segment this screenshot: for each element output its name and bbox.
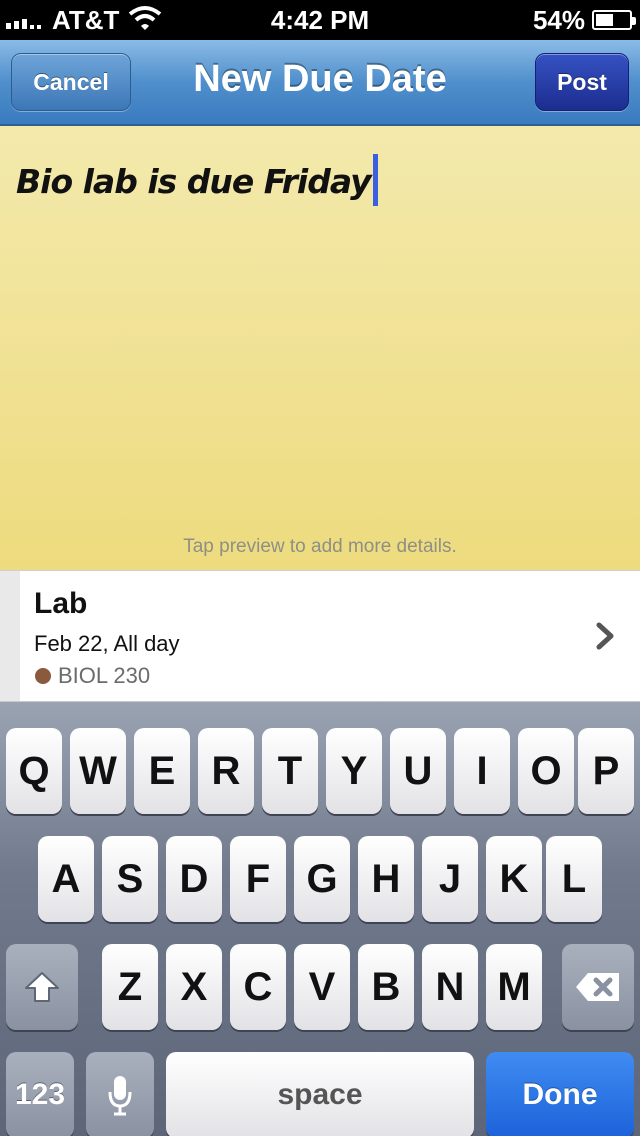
status-bar: AT&T 4:42 PM 54% (0, 0, 640, 40)
dictation-key[interactable] (86, 1052, 154, 1136)
text-cursor (372, 154, 378, 206)
note-preview[interactable]: Bio lab is due Friday Tap preview to add… (0, 126, 640, 570)
key-b[interactable]: B (358, 944, 414, 1030)
preview-hint: Tap preview to add more details. (183, 536, 457, 557)
battery-icon (592, 10, 636, 30)
key-s[interactable]: S (102, 836, 158, 922)
course-label: BIOL 230 (58, 663, 151, 688)
row-stripe (0, 571, 20, 701)
assignment-date: Feb 22, All day (34, 631, 180, 656)
key-d[interactable]: D (166, 836, 222, 922)
key-y[interactable]: Y (326, 728, 382, 814)
key-h[interactable]: H (358, 836, 414, 922)
key-e[interactable]: E (134, 728, 190, 814)
course-color-dot (35, 668, 51, 684)
assignment-title: Lab (34, 587, 88, 620)
key-v[interactable]: V (294, 944, 350, 1030)
key-w[interactable]: W (70, 728, 126, 814)
delete-icon (576, 973, 619, 1001)
key-j[interactable]: J (422, 836, 478, 922)
shift-key[interactable] (6, 944, 78, 1030)
done-key[interactable]: Done (486, 1052, 634, 1136)
shift-icon (25, 972, 59, 1002)
keyboard: Q W E R T Y U I O P A S D F G H J K L Z … (0, 702, 640, 1136)
key-m[interactable]: M (486, 944, 542, 1030)
key-l[interactable]: L (546, 836, 602, 922)
key-g[interactable]: G (294, 836, 350, 922)
key-f[interactable]: F (230, 836, 286, 922)
numbers-key[interactable]: 123 (6, 1052, 74, 1136)
note-text-field[interactable]: Bio lab is due Friday (16, 154, 378, 206)
key-r[interactable]: R (198, 728, 254, 814)
key-u[interactable]: U (390, 728, 446, 814)
key-k[interactable]: K (486, 836, 542, 922)
key-z[interactable]: Z (102, 944, 158, 1030)
key-c[interactable]: C (230, 944, 286, 1030)
key-t[interactable]: T (262, 728, 318, 814)
chevron-right-icon (596, 622, 614, 650)
key-a[interactable]: A (38, 836, 94, 922)
key-q[interactable]: Q (6, 728, 62, 814)
key-o[interactable]: O (518, 728, 574, 814)
key-x[interactable]: X (166, 944, 222, 1030)
key-i[interactable]: I (454, 728, 510, 814)
key-p[interactable]: P (578, 728, 634, 814)
navigation-bar: Cancel New Due Date Post (0, 40, 640, 126)
note-text: Bio lab is due Friday (16, 162, 372, 201)
assignment-detail-row[interactable]: Lab Feb 22, All day BIOL 230 (0, 570, 640, 702)
key-n[interactable]: N (422, 944, 478, 1030)
delete-key[interactable] (562, 944, 634, 1030)
battery-percentage: 54% (532, 5, 585, 35)
space-key[interactable]: space (166, 1052, 474, 1136)
microphone-icon (108, 1076, 132, 1116)
post-button[interactable]: Post (535, 53, 629, 111)
